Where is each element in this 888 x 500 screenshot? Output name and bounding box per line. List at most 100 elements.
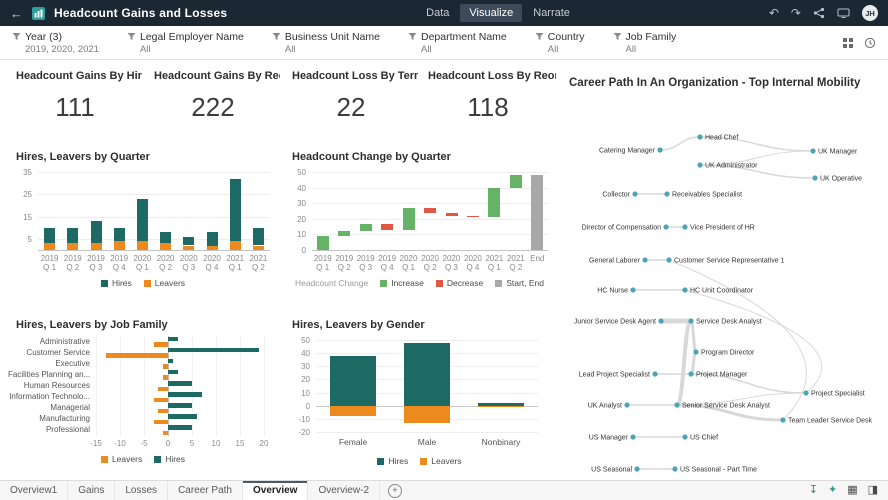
chart-canvas[interactable]: 51525352019 Q 12019 Q 22019 Q 32019 Q 42… <box>8 146 278 310</box>
bar-hires[interactable] <box>67 228 78 244</box>
chart-canvas[interactable]: Catering ManagerHead ChefUK ManagerUK Ad… <box>563 72 885 476</box>
share-icon[interactable] <box>813 7 825 19</box>
legend-item-hires[interactable]: Hires <box>154 454 185 464</box>
chart-hires-leavers-by-quarter[interactable]: Hires, Leavers by Quarter 51525352019 Q … <box>8 146 278 310</box>
kpi-headcount-gains-by-reorg[interactable]: Headcount Gains By Reorg 222 <box>146 62 280 142</box>
bar-leavers[interactable] <box>44 243 55 250</box>
bar-hires[interactable] <box>114 228 125 241</box>
bar-leavers[interactable] <box>158 387 168 392</box>
tab-data[interactable]: Data <box>417 4 458 22</box>
node-general-laborer[interactable] <box>642 257 647 262</box>
bar-hires[interactable] <box>168 425 192 430</box>
chart-career-path-network[interactable]: Career Path In An Organization - Top Int… <box>563 72 885 476</box>
bar-hires[interactable] <box>168 359 173 364</box>
bar-hires[interactable] <box>168 337 178 342</box>
bar-hires[interactable] <box>168 348 259 353</box>
canvas-tab-career-path[interactable]: Career Path <box>168 481 243 500</box>
bar-leavers[interactable] <box>154 342 168 347</box>
node-customer-service-representative-1[interactable] <box>666 257 671 262</box>
bar-change[interactable] <box>446 213 458 216</box>
node-us-seasonal-part-time[interactable] <box>672 466 677 471</box>
node-service-desk-analyst[interactable] <box>688 318 693 323</box>
bar-hires[interactable] <box>168 381 192 386</box>
tab-visualize[interactable]: Visualize <box>460 4 522 22</box>
chart-canvas[interactable]: 010203040502019 Q 12019 Q 22019 Q 32019 … <box>284 146 555 310</box>
bar-hires[interactable] <box>253 228 264 246</box>
bar-leavers[interactable] <box>230 241 241 250</box>
edge-catering-manager-to-head-chef[interactable] <box>660 137 700 150</box>
legend-item-leavers[interactable]: Leavers <box>420 456 461 466</box>
node-senior-service-desk-analyst[interactable] <box>674 402 679 407</box>
bar-leavers[interactable] <box>91 243 102 250</box>
legend-item-leavers[interactable]: Leavers <box>101 454 142 464</box>
chart-canvas[interactable]: -15-10-505101520AdministrativeCustomer S… <box>8 314 278 474</box>
spark-icon[interactable]: ✦ <box>828 485 837 496</box>
legend-item-start-end[interactable]: Start, End <box>495 278 544 288</box>
bar-leavers[interactable] <box>114 241 125 250</box>
bar-hires[interactable] <box>183 237 194 246</box>
canvas-tab-gains[interactable]: Gains <box>68 481 115 500</box>
filter-country[interactable]: Country All <box>535 31 585 55</box>
canvas-tab-overview-2[interactable]: Overview-2 <box>308 481 380 500</box>
chart-canvas[interactable]: 50403020100-10-20FemaleMaleNonbinaryHire… <box>284 314 555 474</box>
export-icon[interactable]: ↧ <box>809 485 818 496</box>
avatar[interactable]: JH <box>862 5 878 21</box>
bar-leavers[interactable] <box>207 246 218 251</box>
bar-leavers[interactable] <box>330 406 376 417</box>
tab-narrate[interactable]: Narrate <box>524 4 579 22</box>
bar-hires[interactable] <box>330 356 376 406</box>
node-hc-nurse[interactable] <box>630 287 635 292</box>
node-us-chief[interactable] <box>682 434 687 439</box>
present-icon[interactable] <box>837 7 850 19</box>
bar-leavers[interactable] <box>163 364 168 369</box>
node-project-specialist[interactable] <box>803 390 808 395</box>
node-receivables-specialist[interactable] <box>664 191 669 196</box>
bar-leavers[interactable] <box>404 406 450 423</box>
node-head-chef[interactable] <box>697 134 702 139</box>
legend-item-hires[interactable]: Hires <box>101 278 132 288</box>
bar-end[interactable] <box>531 175 543 250</box>
bar-leavers[interactable] <box>163 375 168 380</box>
bar-hires[interactable] <box>168 414 197 419</box>
legend-item-increase[interactable]: Increase <box>380 278 424 288</box>
bar-leavers[interactable] <box>154 420 168 425</box>
filter-job-family[interactable]: Job Family All <box>613 31 677 55</box>
canvas-tab-overview[interactable]: Overview <box>243 481 308 500</box>
bar-leavers[interactable] <box>158 409 168 414</box>
node-uk-operative[interactable] <box>812 175 817 180</box>
node-catering-manager[interactable] <box>657 147 662 152</box>
bar-change[interactable] <box>403 208 415 230</box>
bar-hires[interactable] <box>44 228 55 244</box>
bar-leavers[interactable] <box>478 406 524 407</box>
bar-change[interactable] <box>424 208 436 213</box>
bar-change[interactable] <box>338 231 350 236</box>
node-project-manager[interactable] <box>688 371 693 376</box>
node-vice-president-of-hr[interactable] <box>682 224 687 229</box>
clock-icon[interactable] <box>864 37 876 49</box>
filter-year[interactable]: Year (3) 2019, 2020, 2021 <box>12 31 99 55</box>
node-us-manager[interactable] <box>630 434 635 439</box>
canvas-layout-icon[interactable]: ▦ <box>847 485 857 496</box>
bar-leavers[interactable] <box>137 241 148 250</box>
bar-leavers[interactable] <box>67 243 78 250</box>
legend-item-leavers[interactable]: Leavers <box>144 278 185 288</box>
bar-change[interactable] <box>360 224 372 232</box>
bar-change[interactable] <box>488 188 500 218</box>
node-director-of-compensation[interactable] <box>663 224 668 229</box>
bar-leavers[interactable] <box>253 246 264 251</box>
node-uk-administrator[interactable] <box>697 162 702 167</box>
legend-item-hires[interactable]: Hires <box>377 456 408 466</box>
bar-hires[interactable] <box>91 221 102 243</box>
filter-department-name[interactable]: Department Name All <box>408 31 507 55</box>
node-uk-analyst[interactable] <box>624 402 629 407</box>
node-lead-project-specialist[interactable] <box>652 371 657 376</box>
network-canvas[interactable]: Catering ManagerHead ChefUK ManagerUK Ad… <box>563 92 883 474</box>
node-program-director[interactable] <box>693 349 698 354</box>
node-us-seasonal[interactable] <box>634 466 639 471</box>
bar-change[interactable] <box>381 224 393 230</box>
bar-change[interactable] <box>317 236 329 250</box>
bar-hires[interactable] <box>168 403 192 408</box>
bar-leavers[interactable] <box>106 353 168 358</box>
kpi-headcount-loss-by-reorg[interactable]: Headcount Loss By Reorg 118 <box>420 62 556 142</box>
bar-leavers[interactable] <box>154 398 168 403</box>
